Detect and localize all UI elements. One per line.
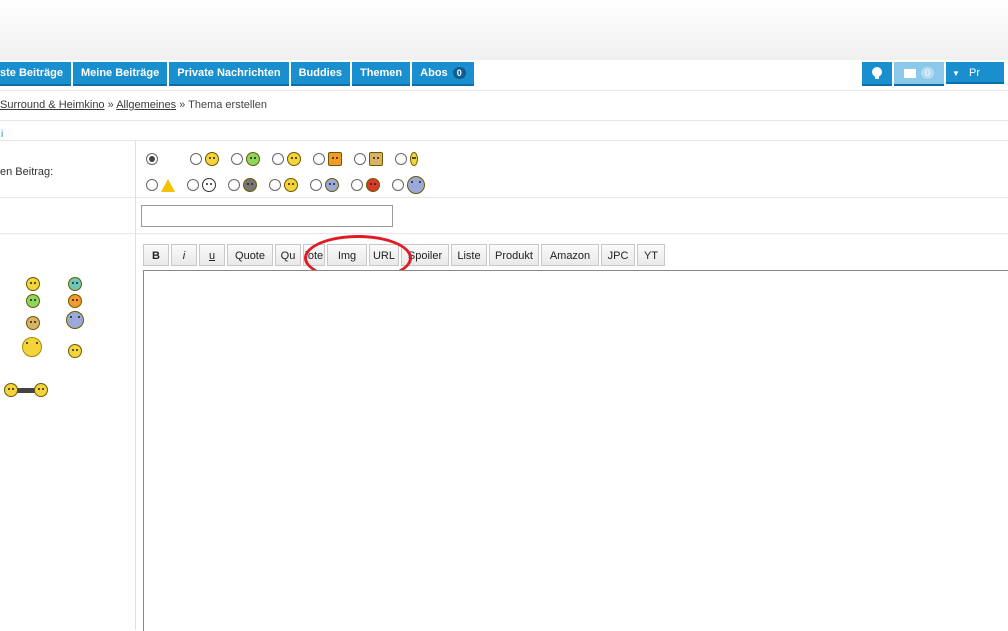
dancing-icon[interactable] — [66, 311, 84, 329]
lightbulb-button[interactable] — [862, 62, 892, 86]
breadcrumb: Surround & Heimkino » Allgemeines » Them… — [0, 99, 267, 111]
smile-icon[interactable] — [26, 277, 40, 291]
post-icon-selector — [146, 146, 437, 198]
breadcrumb-separator: » — [104, 99, 117, 111]
youtube-button[interactable]: YT — [637, 244, 665, 266]
main-nav: ste Beiträge Meine Beiträge Private Nach… — [0, 62, 476, 86]
amazon-button[interactable]: Amazon — [541, 244, 599, 266]
smile-icon — [205, 152, 219, 166]
post-icon-radio[interactable] — [351, 179, 363, 191]
tab-abos[interactable]: Abos 0 — [412, 62, 474, 86]
messages-count-badge: 0 — [921, 67, 935, 79]
list-button[interactable]: Liste — [451, 244, 487, 266]
angry-icon — [366, 178, 380, 192]
post-icon-radio-none[interactable] — [146, 153, 158, 165]
tab-buddies[interactable]: Buddies — [290, 62, 350, 86]
thumbs-up-icon — [369, 152, 383, 166]
grin-icon[interactable] — [68, 277, 82, 291]
post-icon-radio[interactable] — [146, 179, 158, 191]
italic-button[interactable]: i — [171, 244, 197, 266]
post-icon-radio[interactable] — [228, 179, 240, 191]
bold-button[interactable]: B — [143, 244, 169, 266]
tab-themen[interactable]: Themen — [351, 62, 411, 86]
title-input[interactable] — [141, 205, 393, 227]
cool-icon — [243, 178, 257, 192]
post-icon-radio[interactable] — [310, 179, 322, 191]
profile-menu-label: Pr — [968, 67, 980, 79]
message-editor[interactable] — [143, 270, 1008, 631]
tab-private-nachrichten[interactable]: Private Nachrichten — [169, 62, 289, 86]
smile-icon — [4, 383, 18, 397]
post-icon-radio[interactable] — [354, 153, 366, 165]
divider — [0, 120, 1008, 121]
tab-meine-beitraege[interactable]: Meine Beiträge — [72, 62, 168, 86]
neutral-icon — [287, 152, 301, 166]
info-mark: i — [1, 129, 4, 140]
post-icon-radio[interactable] — [190, 153, 202, 165]
abos-count-badge: 0 — [452, 67, 466, 79]
post-icon-radio[interactable] — [269, 179, 281, 191]
group-smilies-icon[interactable] — [4, 383, 48, 397]
underline-button[interactable]: u — [199, 244, 225, 266]
post-icon-radio[interactable] — [272, 153, 284, 165]
tab-neueste-beitraege[interactable]: ste Beiträge — [0, 62, 71, 86]
breadcrumb-separator: » — [176, 99, 189, 111]
user-nav: 0 ▼ Pr — [862, 62, 1006, 86]
grin-icon — [246, 152, 260, 166]
post-icon-radio[interactable] — [313, 153, 325, 165]
tongue-icon[interactable] — [26, 316, 40, 330]
divider — [0, 140, 1008, 141]
breadcrumb-link-surround[interactable]: Surround & Heimkino — [0, 99, 105, 111]
header-band — [0, 0, 1008, 60]
surprised-icon — [284, 178, 298, 192]
post-icon-label: en Beitrag: — [0, 166, 54, 178]
post-icon-radio[interactable] — [231, 153, 243, 165]
cool-icon[interactable] — [68, 344, 82, 358]
divider — [0, 90, 1008, 91]
breadcrumb-current: Thema erstellen — [188, 99, 268, 111]
product-button[interactable]: Produkt — [489, 244, 539, 266]
divider — [0, 233, 1008, 234]
laugh-icon[interactable] — [26, 294, 40, 308]
dumbbell-icon — [16, 387, 36, 393]
warning-icon — [161, 178, 175, 192]
tab-abos-label: Abos — [420, 67, 448, 79]
dropdown-icon: ▼ — [952, 69, 960, 78]
column-divider — [135, 140, 136, 630]
embarrassed-icon[interactable] — [68, 294, 82, 308]
messages-icon — [903, 68, 916, 78]
messages-button[interactable]: 0 — [894, 62, 944, 86]
thumbs-down-icon — [328, 152, 342, 166]
breadcrumb-link-allgemeines[interactable]: Allgemeines — [116, 99, 176, 111]
skull-icon[interactable] — [22, 337, 42, 357]
dancing-icon — [407, 176, 425, 194]
post-icon-radio[interactable] — [187, 179, 199, 191]
question-icon — [202, 178, 216, 192]
quote-button[interactable]: Quote — [227, 244, 273, 266]
quote-user-button[interactable]: Qu — [275, 244, 301, 266]
profile-menu-button[interactable]: ▼ Pr — [946, 62, 1004, 84]
lightbulb-icon — [872, 67, 882, 79]
post-icon-radio[interactable] — [392, 179, 404, 191]
confused-icon — [325, 178, 339, 192]
jpc-button[interactable]: JPC — [601, 244, 635, 266]
smile-icon — [34, 383, 48, 397]
lightbulb-icon — [410, 152, 418, 166]
post-icon-radio[interactable] — [395, 153, 407, 165]
